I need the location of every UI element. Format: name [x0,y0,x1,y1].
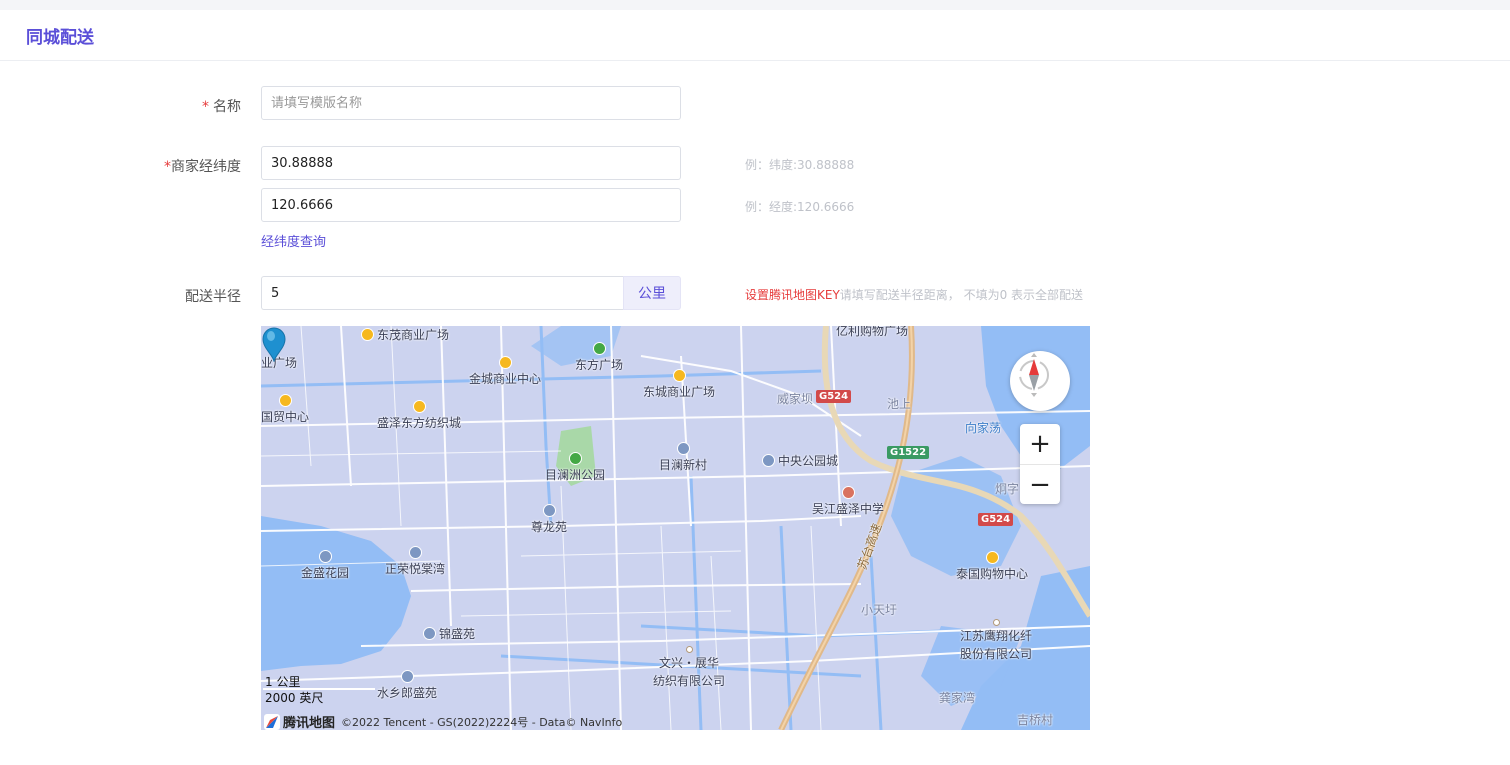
map-poi[interactable]: 盛泽东方纺织城 [377,400,461,431]
map-poi[interactable]: 东茂商业广场 [361,326,449,343]
radius-input[interactable] [261,276,623,310]
zoom-in-button[interactable]: + [1020,424,1060,465]
map-place-label: 龚家湾 [939,691,976,705]
zoom-control: + − [1020,424,1060,504]
required-mark: * [202,99,209,115]
longitude-hint: 例：经度:120.6666 [745,200,855,214]
map-place-label: 吉桥村 [1017,713,1054,727]
map-copyright: ©2022 Tencent - GS(2022)2224号 - Data© Na… [341,715,623,729]
map-attribution: 腾讯地图 ©2022 Tencent - GS(2022)2224号 - Dat… [264,712,622,730]
map-poi[interactable]: 金城商业中心 [469,356,541,387]
map-poi[interactable]: 江苏鹰翔化纤 股份有限公司 [960,619,1032,662]
coords-query-link[interactable]: 经纬度查询 [261,231,326,250]
scale-ft: 2000 英尺 [265,691,324,705]
map-poi[interactable]: 目澜洲公园 [545,452,605,483]
map-poi[interactable]: 金盛花园 [301,550,349,581]
map-poi[interactable]: 东方广场 [575,342,623,373]
radius-hint-text: 请填写配送半径距离， 不填为0 表示全部配送 [839,288,1084,302]
latitude-input[interactable] [261,146,681,180]
name-input[interactable] [261,86,681,120]
map-poi[interactable]: 正荣悦棠湾 [385,546,445,577]
map-poi[interactable]: 亿利购物广场 [836,326,908,339]
name-label-text: 名称 [213,99,241,115]
coords-label-text: 商家经纬度 [171,159,241,175]
map-place-label: 炯字 [995,482,1020,496]
set-map-key-link[interactable]: 设置腾讯地图KEY [745,288,840,302]
map-poi[interactable]: 吴江盛泽中学 [812,486,884,517]
coords-label: *商家经纬度 [164,156,241,176]
map-poi[interactable]: 国贸中心 [261,394,309,425]
longitude-input[interactable] [261,188,681,222]
top-strip [0,0,1510,10]
road-shield: G524 [816,390,852,403]
map-brand-text: 腾讯地图 [283,716,336,730]
zoom-out-button[interactable]: − [1020,465,1060,505]
map-poi[interactable]: 东城商业广场 [643,369,715,400]
map-place-label: 池上 [887,397,912,411]
name-label: * 名称 [202,96,241,116]
map-brand: 腾讯地图 [264,712,335,730]
map-water-label: 向家荡 [965,421,1002,435]
map-scale: 1 公里 2000 英尺 [265,674,323,706]
map-poi[interactable]: 尊龙苑 [531,504,567,535]
map-poi[interactable]: 目澜新村 [659,442,707,473]
page-header: 同城配送 [0,10,1510,61]
map-place-label: 威家坝 [777,392,814,406]
latitude-hint: 例：纬度:30.88888 [745,158,855,172]
map-poi[interactable]: 中央公园城 [762,452,838,469]
map-poi[interactable]: 文兴・展华 纺织有限公司 [653,646,725,689]
road-shield: G1522 [887,446,930,459]
content-card: 同城配送 *名称 *商家经纬度 例：纬度:30.88888 例：经度:120.6… [0,10,1510,765]
required-mark: * [164,159,171,175]
scale-bar [263,688,375,690]
map-place-label: 小天圩 [861,603,898,617]
map-poi[interactable]: 泰国购物中心 [956,551,1028,582]
radius-unit: 公里 [623,276,681,310]
location-pin-icon[interactable] [261,326,287,362]
page-title: 同城配送 [26,27,94,48]
radius-label: 配送半径 [185,289,241,305]
radius-input-group: 公里 [261,276,681,310]
road-shield: G524 [978,513,1014,526]
map-view[interactable]: 东茂商业广场 东方广场 金城商业中心 东城商业广场 业广场 盛泽东方纺织城 国贸… [261,326,1090,730]
tencent-map-logo-icon [264,713,280,730]
compass-icon[interactable] [1010,351,1070,411]
map-poi[interactable]: 水乡郎盛苑 [377,670,437,701]
radius-hint: 设置腾讯地图KEY请填写配送半径距离， 不填为0 表示全部配送 [745,286,1083,303]
map-poi[interactable]: 锦盛苑 [423,625,475,642]
